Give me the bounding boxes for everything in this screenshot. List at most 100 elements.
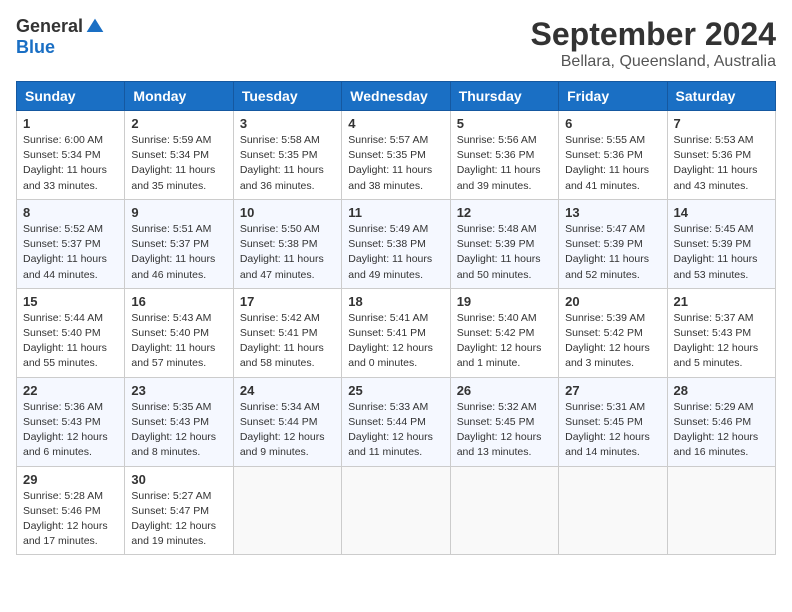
day-number: 20 [565, 294, 660, 309]
day-number: 10 [240, 205, 335, 220]
day-number: 14 [674, 205, 769, 220]
calendar-cell: 1 Sunrise: 6:00 AM Sunset: 5:34 PM Daylig… [17, 111, 125, 200]
day-number: 17 [240, 294, 335, 309]
calendar-cell: 30 Sunrise: 5:27 AM Sunset: 5:47 PM Dayli… [125, 466, 233, 555]
logo-blue-text: Blue [16, 37, 55, 58]
calendar-cell: 13 Sunrise: 5:47 AM Sunset: 5:39 PM Dayli… [559, 199, 667, 288]
week-row-2: 8 Sunrise: 5:52 AM Sunset: 5:37 PM Daylig… [17, 199, 776, 288]
day-number: 27 [565, 383, 660, 398]
day-info: Sunrise: 5:42 AM Sunset: 5:41 PM Dayligh… [240, 311, 335, 372]
day-info: Sunrise: 5:28 AM Sunset: 5:46 PM Dayligh… [23, 489, 118, 550]
calendar-cell: 5Sunrise: 5:56 AM Sunset: 5:36 PM Daylig… [450, 111, 558, 200]
calendar-cell: 2 Sunrise: 5:59 AM Sunset: 5:34 PM Daylig… [125, 111, 233, 200]
weekday-header-monday: Monday [125, 82, 233, 111]
calendar-cell [667, 466, 775, 555]
calendar-cell: 9 Sunrise: 5:51 AM Sunset: 5:37 PM Daylig… [125, 199, 233, 288]
weekday-header-sunday: Sunday [17, 82, 125, 111]
day-info: Sunrise: 5:52 AM Sunset: 5:37 PM Dayligh… [23, 222, 118, 283]
day-number: 4 [348, 116, 443, 131]
week-row-5: 29 Sunrise: 5:28 AM Sunset: 5:46 PM Dayli… [17, 466, 776, 555]
title-block: September 2024 Bellara, Queensland, Aust… [531, 16, 776, 71]
day-info: Sunrise: 5:43 AM Sunset: 5:40 PM Dayligh… [131, 311, 226, 372]
day-number: 13 [565, 205, 660, 220]
calendar-cell: 25 Sunrise: 5:33 AM Sunset: 5:44 PM Dayli… [342, 377, 450, 466]
day-info: Sunrise: 5:33 AM Sunset: 5:44 PM Dayligh… [348, 400, 443, 461]
weekday-header-thursday: Thursday [450, 82, 558, 111]
calendar-cell: 24 Sunrise: 5:34 AM Sunset: 5:44 PM Dayli… [233, 377, 341, 466]
logo: General Blue [16, 16, 105, 58]
day-number: 7 [674, 116, 769, 131]
day-info: Sunrise: 5:27 AM Sunset: 5:47 PM Dayligh… [131, 489, 226, 550]
day-info: Sunrise: 5:41 AM Sunset: 5:41 PM Dayligh… [348, 311, 443, 372]
day-number: 3 [240, 116, 335, 131]
day-number: 15 [23, 294, 118, 309]
day-number: 22 [23, 383, 118, 398]
day-number: 29 [23, 472, 118, 487]
day-info: Sunrise: 5:57 AM Sunset: 5:35 PM Dayligh… [348, 133, 443, 194]
day-number: 19 [457, 294, 552, 309]
day-info: Sunrise: 5:29 AM Sunset: 5:46 PM Dayligh… [674, 400, 769, 461]
weekday-header-saturday: Saturday [667, 82, 775, 111]
calendar-cell [342, 466, 450, 555]
week-row-1: 1 Sunrise: 6:00 AM Sunset: 5:34 PM Daylig… [17, 111, 776, 200]
week-row-4: 22Sunrise: 5:36 AM Sunset: 5:43 PM Dayli… [17, 377, 776, 466]
week-row-3: 15 Sunrise: 5:44 AM Sunset: 5:40 PM Dayli… [17, 288, 776, 377]
day-info: Sunrise: 5:59 AM Sunset: 5:34 PM Dayligh… [131, 133, 226, 194]
day-info: Sunrise: 5:34 AM Sunset: 5:44 PM Dayligh… [240, 400, 335, 461]
day-number: 2 [131, 116, 226, 131]
day-info: Sunrise: 5:35 AM Sunset: 5:43 PM Dayligh… [131, 400, 226, 461]
day-number: 26 [457, 383, 552, 398]
day-number: 1 [23, 116, 118, 131]
day-number: 9 [131, 205, 226, 220]
day-info: Sunrise: 5:53 AM Sunset: 5:36 PM Dayligh… [674, 133, 769, 194]
calendar-cell: 4 Sunrise: 5:57 AM Sunset: 5:35 PM Daylig… [342, 111, 450, 200]
calendar-cell: 29 Sunrise: 5:28 AM Sunset: 5:46 PM Dayli… [17, 466, 125, 555]
day-info: Sunrise: 5:56 AM Sunset: 5:36 PM Dayligh… [457, 133, 552, 194]
calendar-cell: 17 Sunrise: 5:42 AM Sunset: 5:41 PM Dayli… [233, 288, 341, 377]
calendar-cell: 28Sunrise: 5:29 AM Sunset: 5:46 PM Dayli… [667, 377, 775, 466]
subtitle: Bellara, Queensland, Australia [531, 53, 776, 71]
day-number: 18 [348, 294, 443, 309]
calendar-cell: 11Sunrise: 5:49 AM Sunset: 5:38 PM Dayli… [342, 199, 450, 288]
day-info: Sunrise: 5:51 AM Sunset: 5:37 PM Dayligh… [131, 222, 226, 283]
day-info: Sunrise: 5:45 AM Sunset: 5:39 PM Dayligh… [674, 222, 769, 283]
day-number: 23 [131, 383, 226, 398]
day-number: 24 [240, 383, 335, 398]
weekday-header-tuesday: Tuesday [233, 82, 341, 111]
day-number: 12 [457, 205, 552, 220]
day-number: 21 [674, 294, 769, 309]
calendar-cell: 6Sunrise: 5:55 AM Sunset: 5:36 PM Daylig… [559, 111, 667, 200]
calendar-cell [450, 466, 558, 555]
page-header: General Blue September 2024 Bellara, Que… [16, 16, 776, 71]
weekday-header-friday: Friday [559, 82, 667, 111]
day-info: Sunrise: 5:47 AM Sunset: 5:39 PM Dayligh… [565, 222, 660, 283]
calendar-cell: 27 Sunrise: 5:31 AM Sunset: 5:45 PM Dayli… [559, 377, 667, 466]
day-number: 25 [348, 383, 443, 398]
logo-general-text: General [16, 16, 83, 37]
day-number: 30 [131, 472, 226, 487]
calendar-cell: 15 Sunrise: 5:44 AM Sunset: 5:40 PM Dayli… [17, 288, 125, 377]
calendar-cell: 20 Sunrise: 5:39 AM Sunset: 5:42 PM Dayli… [559, 288, 667, 377]
day-info: Sunrise: 5:31 AM Sunset: 5:45 PM Dayligh… [565, 400, 660, 461]
calendar-cell: 12Sunrise: 5:48 AM Sunset: 5:39 PM Dayli… [450, 199, 558, 288]
day-info: Sunrise: 5:58 AM Sunset: 5:35 PM Dayligh… [240, 133, 335, 194]
weekday-header-row: SundayMondayTuesdayWednesdayThursdayFrid… [17, 82, 776, 111]
calendar-cell: 26 Sunrise: 5:32 AM Sunset: 5:45 PM Dayli… [450, 377, 558, 466]
day-info: Sunrise: 5:44 AM Sunset: 5:40 PM Dayligh… [23, 311, 118, 372]
calendar-cell: 3 Sunrise: 5:58 AM Sunset: 5:35 PM Daylig… [233, 111, 341, 200]
calendar-cell: 8 Sunrise: 5:52 AM Sunset: 5:37 PM Daylig… [17, 199, 125, 288]
calendar-cell: 22Sunrise: 5:36 AM Sunset: 5:43 PM Dayli… [17, 377, 125, 466]
day-info: Sunrise: 5:32 AM Sunset: 5:45 PM Dayligh… [457, 400, 552, 461]
day-info: Sunrise: 5:40 AM Sunset: 5:42 PM Dayligh… [457, 311, 552, 372]
calendar-cell: 23 Sunrise: 5:35 AM Sunset: 5:43 PM Dayli… [125, 377, 233, 466]
day-info: Sunrise: 5:39 AM Sunset: 5:42 PM Dayligh… [565, 311, 660, 372]
logo-icon [85, 17, 105, 37]
day-info: Sunrise: 6:00 AM Sunset: 5:34 PM Dayligh… [23, 133, 118, 194]
calendar-cell: 19 Sunrise: 5:40 AM Sunset: 5:42 PM Dayli… [450, 288, 558, 377]
main-title: September 2024 [531, 16, 776, 53]
day-info: Sunrise: 5:37 AM Sunset: 5:43 PM Dayligh… [674, 311, 769, 372]
calendar-cell [559, 466, 667, 555]
day-number: 16 [131, 294, 226, 309]
day-number: 8 [23, 205, 118, 220]
day-number: 11 [348, 205, 443, 220]
